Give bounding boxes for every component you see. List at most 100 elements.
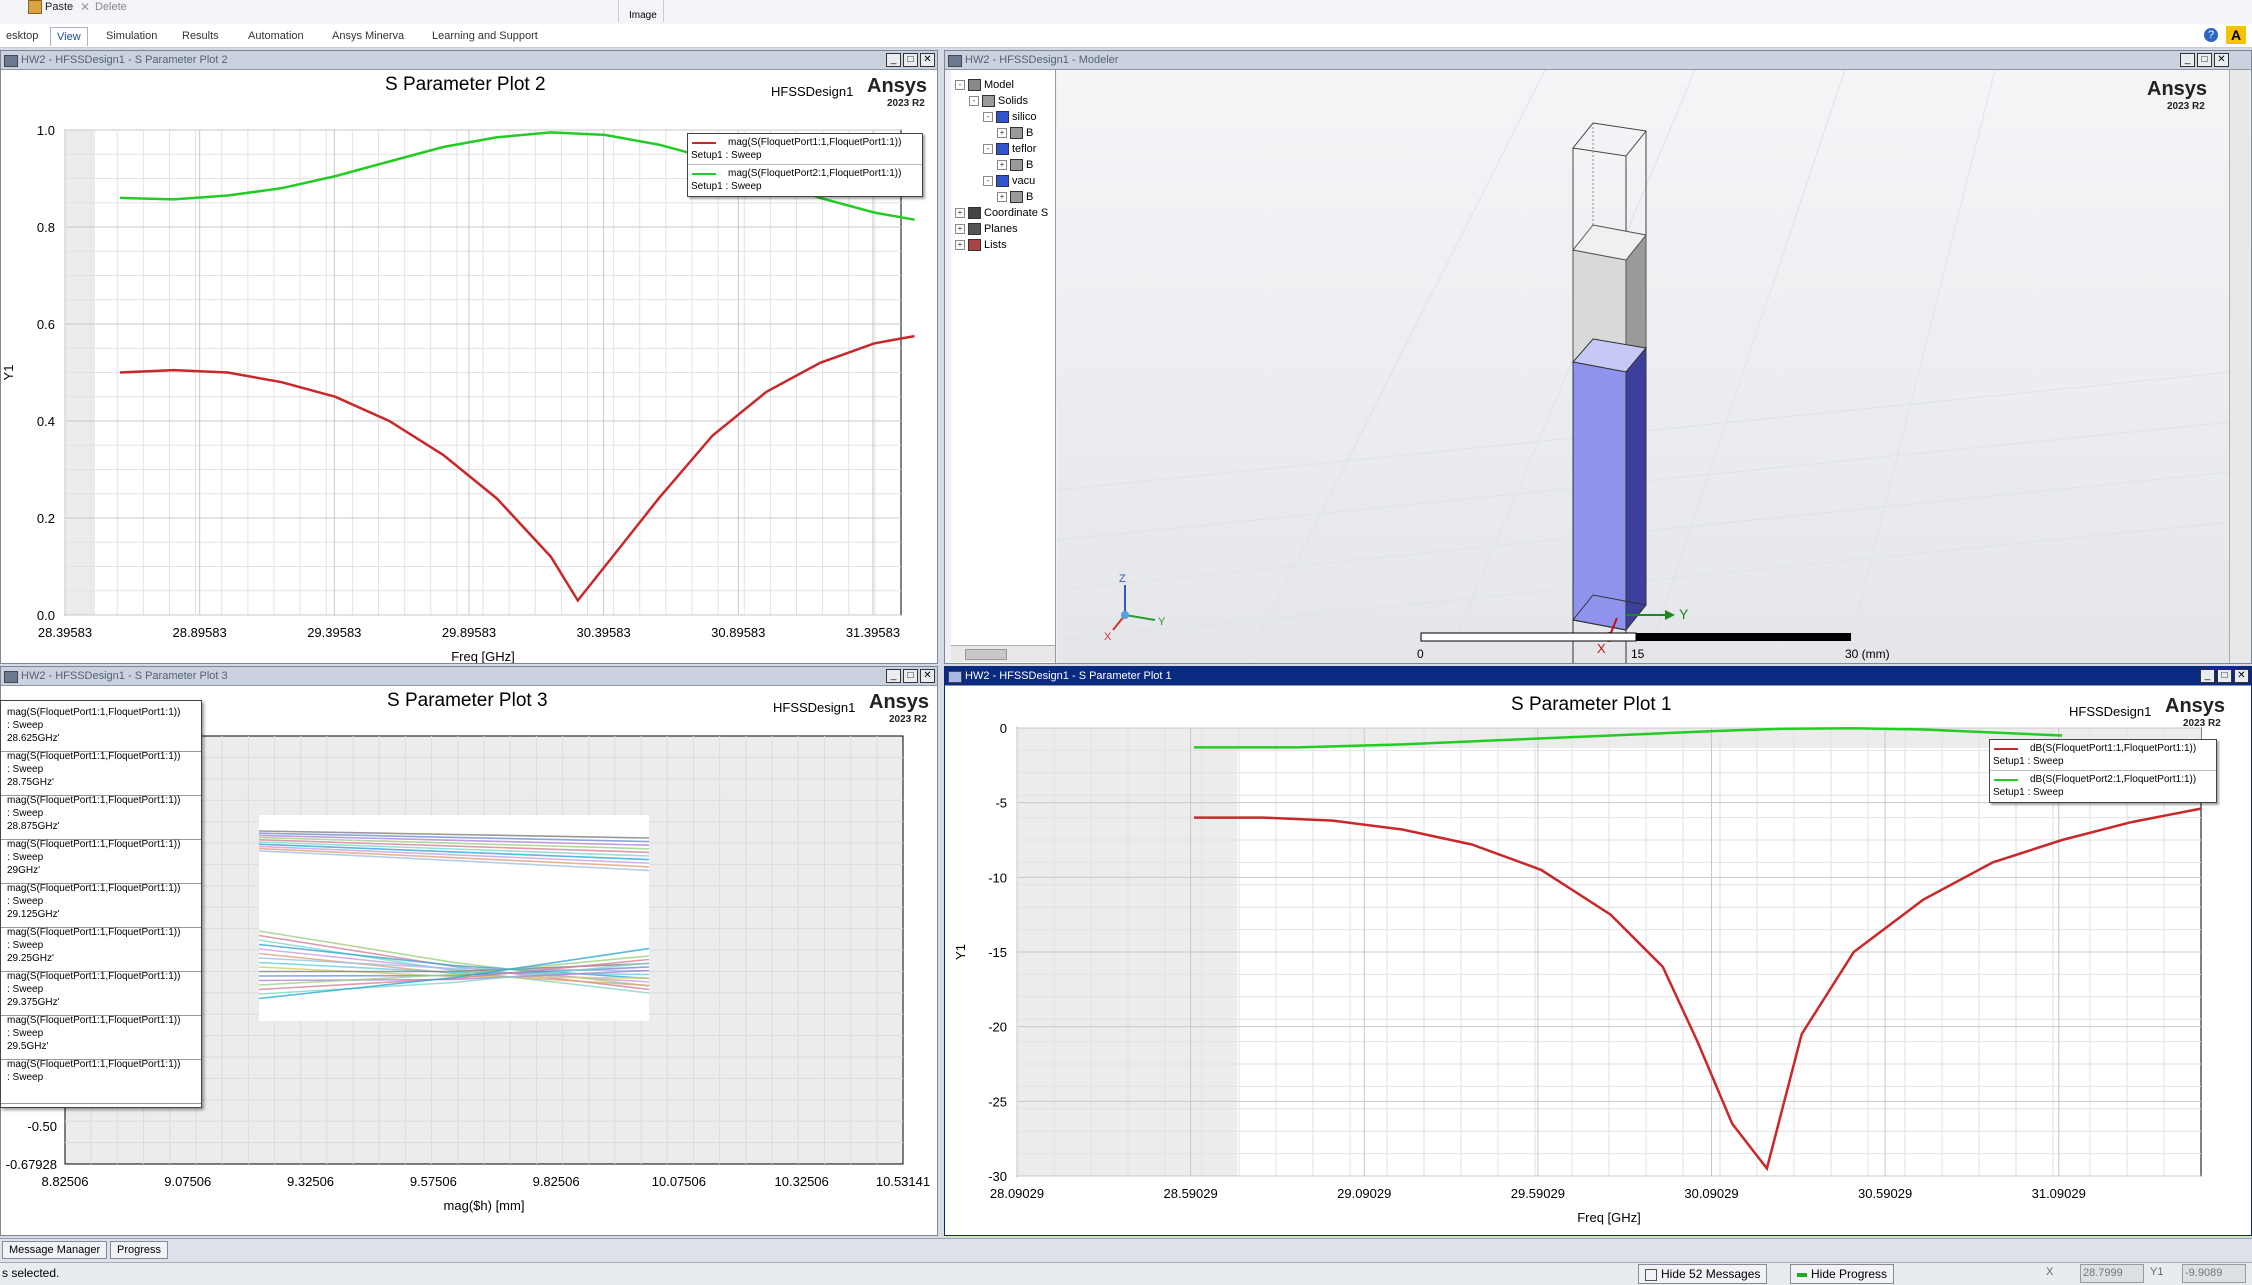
x-tick-label: 8.82506: [42, 1174, 89, 1189]
tab-desktop[interactable]: esktop: [0, 27, 44, 45]
progress-tab[interactable]: Progress: [110, 1241, 169, 1259]
x-tick-label: 29.59029: [1511, 1186, 1565, 1201]
legend-setup: Setup1 : Sweep: [1993, 756, 2064, 767]
legend-name: mag(S(FloquetPort1:1,FloquetPort1:1)): [7, 927, 181, 938]
close-button[interactable]: ✕: [2234, 669, 2249, 683]
plot1-titlebar[interactable]: HW2 - HFSSDesign1 - S Parameter Plot 1 _…: [945, 667, 2251, 686]
tree-node[interactable]: + Coordinate S: [955, 206, 1048, 220]
tree-node[interactable]: + Planes: [955, 222, 1018, 236]
legend-setup: : Sweep: [7, 720, 44, 731]
tree-node[interactable]: + B: [997, 190, 1033, 204]
legend-entry[interactable]: mag(S(FloquetPort1:1,FloquetPort1:1)): S…: [1, 883, 201, 928]
collapse-icon[interactable]: -: [983, 112, 993, 123]
expand-icon[interactable]: +: [997, 192, 1007, 203]
tree-node[interactable]: + B: [997, 126, 1033, 140]
tree-node[interactable]: - silico: [983, 110, 1036, 124]
tree-node[interactable]: - Model: [955, 78, 1014, 92]
tree-horizontal-scrollbar[interactable]: [951, 645, 1055, 662]
plot1-window[interactable]: HW2 - HFSSDesign1 - S Parameter Plot 1 _…: [944, 666, 2252, 1236]
tree-node-icon: [1010, 191, 1023, 204]
maximize-button[interactable]: □: [903, 53, 918, 67]
tab-results[interactable]: Results: [176, 27, 225, 45]
legend-entry[interactable]: mag(S(FloquetPort2:1,FloquetPort1:1)) Se…: [688, 165, 922, 195]
close-button[interactable]: ✕: [2214, 53, 2229, 67]
x-tick-label: 28.59029: [1164, 1186, 1218, 1201]
maximize-button[interactable]: □: [2197, 53, 2212, 67]
scrollbar-thumb[interactable]: [965, 649, 1007, 660]
tab-automation[interactable]: Automation: [242, 27, 310, 45]
collapse-icon[interactable]: -: [983, 176, 993, 187]
expand-icon[interactable]: +: [997, 160, 1007, 171]
expand-icon[interactable]: +: [955, 208, 965, 219]
modeler-window[interactable]: HW2 - HFSSDesign1 - Modeler _ □ ✕ Y X Z …: [944, 50, 2252, 664]
paste-button[interactable]: Paste: [28, 0, 73, 15]
minimize-button[interactable]: _: [886, 669, 901, 683]
plot3-titlebar[interactable]: HW2 - HFSSDesign1 - S Parameter Plot 3 _…: [1, 667, 937, 686]
scale-tick-0: 0: [1417, 647, 1424, 661]
modeler-titlebar[interactable]: HW2 - HFSSDesign1 - Modeler _ □ ✕: [945, 51, 2251, 70]
tree-node-label: B: [1026, 159, 1034, 171]
triad-z-label: Z: [1119, 573, 1126, 585]
plot2-window[interactable]: HW2 - HFSSDesign1 - S Parameter Plot 2 _…: [0, 50, 938, 664]
maximize-button[interactable]: □: [903, 669, 918, 683]
tab-simulation[interactable]: Simulation: [100, 27, 163, 45]
legend-entry[interactable]: mag(S(FloquetPort1:1,FloquetPort1:1)): S…: [1, 927, 201, 972]
minimize-button[interactable]: _: [2200, 669, 2215, 683]
y-axis-label: Y1: [953, 944, 968, 960]
plot2-area[interactable]: S Parameter Plot 2 HFSSDesign1 Ansys 202…: [1, 70, 937, 663]
modeler-3d-view[interactable]: Y X Z Y X 0 15 30 (mm): [945, 70, 2251, 663]
legend-entry[interactable]: mag(S(FloquetPort1:1,FloquetPort1:1)): S…: [1, 839, 201, 884]
x-coord-field: 28.7999: [2080, 1264, 2144, 1283]
expand-icon[interactable]: +: [955, 224, 965, 235]
minimize-button[interactable]: _: [886, 53, 901, 67]
tab-learning-support[interactable]: Learning and Support: [426, 27, 544, 45]
expand-icon[interactable]: +: [955, 240, 965, 251]
legend-entry[interactable]: mag(S(FloquetPort1:1,FloquetPort1:1)): S…: [1, 1059, 201, 1104]
collapse-icon[interactable]: -: [983, 144, 993, 155]
legend-entry[interactable]: mag(S(FloquetPort1:1,FloquetPort1:1)): S…: [1, 751, 201, 796]
legend-entry[interactable]: mag(S(FloquetPort1:1,FloquetPort1:1)): S…: [1, 795, 201, 840]
hide-messages-button[interactable]: Hide 52 Messages: [1638, 1264, 1768, 1284]
plot1-legend[interactable]: dB(S(FloquetPort1:1,FloquetPort1:1)) Set…: [1989, 739, 2217, 803]
legend-entry[interactable]: dB(S(FloquetPort1:1,FloquetPort1:1)) Set…: [1990, 740, 2216, 771]
tree-node-label: Coordinate S: [984, 207, 1049, 219]
plot1-area[interactable]: S Parameter Plot 1 HFSSDesign1 Ansys 202…: [945, 686, 2251, 1235]
capture-image-button[interactable]: Image: [618, 0, 664, 22]
message-manager-tab[interactable]: Message Manager: [2, 1241, 108, 1259]
close-button[interactable]: ✕: [920, 669, 935, 683]
tree-node[interactable]: - Solids: [969, 94, 1028, 108]
tree-node[interactable]: - vacu: [983, 174, 1035, 188]
tree-node[interactable]: + B: [997, 158, 1033, 172]
legend-freq: 28.875GHz': [7, 821, 60, 832]
y-tick-label: 0.6: [37, 317, 55, 332]
plot2-titlebar[interactable]: HW2 - HFSSDesign1 - S Parameter Plot 2 _…: [1, 51, 937, 70]
tab-ansys-minerva[interactable]: Ansys Minerva: [326, 27, 410, 45]
modeler-viewport[interactable]: Y X Z Y X 0 15 30 (mm) Ansys 2023 R2 - M…: [945, 70, 2251, 663]
delete-button[interactable]: ✕ Delete: [80, 0, 127, 14]
hide-progress-button[interactable]: Hide Progress: [1790, 1264, 1895, 1284]
collapse-icon[interactable]: -: [969, 96, 979, 107]
help-icon[interactable]: ?: [2204, 28, 2218, 42]
legend-name: mag(S(FloquetPort1:1,FloquetPort1:1)): [7, 1015, 181, 1026]
legend-entry[interactable]: mag(S(FloquetPort1:1,FloquetPort1:1)): S…: [1, 971, 201, 1016]
legend-scrollbar[interactable]: [201, 701, 202, 1107]
close-button[interactable]: ✕: [920, 53, 935, 67]
x-tick-label: 28.09029: [990, 1186, 1044, 1201]
maximize-button[interactable]: □: [2217, 669, 2232, 683]
expand-icon[interactable]: +: [997, 128, 1007, 139]
x-tick-label: 9.32506: [287, 1174, 334, 1189]
tree-node[interactable]: + Lists: [955, 238, 1007, 252]
collapse-icon[interactable]: -: [955, 80, 965, 91]
plot3-legend[interactable]: mag(S(FloquetPort1:1,FloquetPort1:1)) : S…: [0, 700, 202, 1108]
viewport-vertical-scrollbar[interactable]: [2229, 70, 2250, 663]
model-tree[interactable]: - Model - Solids - silico + B - teflor + B - vacu + B + C…: [951, 70, 1056, 663]
legend-entry[interactable]: mag(S(FloquetPort1:1,FloquetPort1:1)) Se…: [688, 134, 922, 165]
tab-view[interactable]: View: [50, 27, 88, 46]
legend-entry[interactable]: dB(S(FloquetPort2:1,FloquetPort1:1)) Set…: [1990, 771, 2216, 801]
legend-entry[interactable]: mag(S(FloquetPort1:1,FloquetPort1:1)): S…: [1, 1015, 201, 1060]
minimize-button[interactable]: _: [2180, 53, 2195, 67]
y-tick-label: 1.0: [37, 123, 55, 138]
plot2-legend[interactable]: mag(S(FloquetPort1:1,FloquetPort1:1)) Se…: [687, 133, 923, 197]
legend-entry[interactable]: mag(S(FloquetPort1:1,FloquetPort1:1)): S…: [1, 707, 201, 752]
tree-node[interactable]: - teflor: [983, 142, 1036, 156]
